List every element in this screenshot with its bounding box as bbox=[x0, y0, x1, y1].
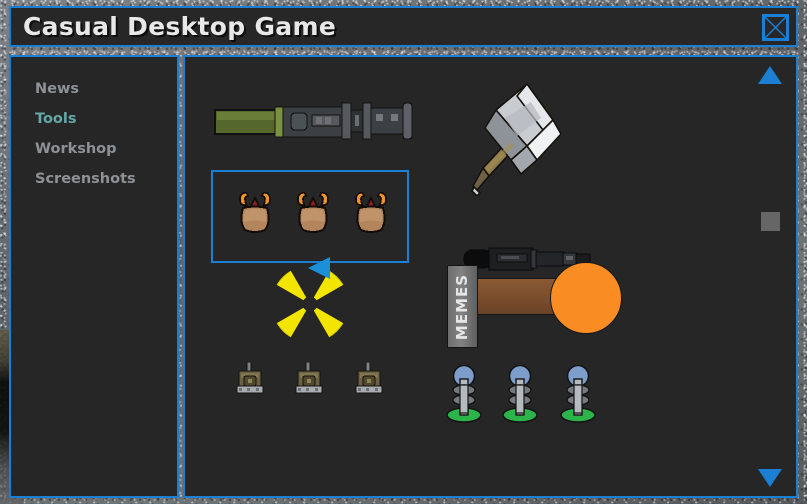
tank-icon[interactable] bbox=[236, 362, 264, 396]
memes-sign[interactable]: MEMES bbox=[447, 265, 478, 348]
sidebar-item-news[interactable]: News bbox=[11, 74, 177, 104]
antenna-icon[interactable] bbox=[559, 365, 597, 423]
tank-icon[interactable] bbox=[355, 362, 383, 396]
sidebar-item-screenshots[interactable]: Screenshots bbox=[11, 164, 177, 194]
crab-icon[interactable] bbox=[235, 190, 275, 235]
triangle-up-icon[interactable] bbox=[758, 66, 782, 84]
window-titlebar: Casual Desktop Game bbox=[9, 6, 798, 47]
sidebar-item-workshop[interactable]: Workshop bbox=[11, 134, 177, 164]
antenna-icon[interactable] bbox=[445, 365, 483, 423]
sidebar-item-tools[interactable]: Tools bbox=[11, 104, 177, 134]
triangle-down-icon[interactable] bbox=[758, 469, 782, 487]
hammer-icon[interactable] bbox=[469, 80, 561, 196]
crab-icon[interactable] bbox=[351, 190, 391, 235]
main-content-panel: MEMES bbox=[183, 55, 798, 498]
crab-icon[interactable] bbox=[293, 190, 333, 235]
memes-ball[interactable] bbox=[550, 262, 622, 334]
cursor-arrow-icon[interactable] bbox=[308, 257, 330, 279]
game-canvas[interactable]: MEMES bbox=[185, 57, 796, 496]
memes-sign-label: MEMES bbox=[453, 273, 472, 340]
antenna-icon[interactable] bbox=[501, 365, 539, 423]
scrollbar-thumb[interactable] bbox=[761, 212, 780, 231]
window-title: Casual Desktop Game bbox=[23, 12, 337, 41]
tank-icon[interactable] bbox=[295, 362, 323, 396]
game-window: Casual Desktop Game News Tools Workshop … bbox=[6, 6, 801, 498]
telescope-icon[interactable] bbox=[213, 97, 421, 143]
close-icon[interactable] bbox=[762, 14, 789, 41]
sidebar-panel: News Tools Workshop Screenshots bbox=[9, 55, 179, 498]
